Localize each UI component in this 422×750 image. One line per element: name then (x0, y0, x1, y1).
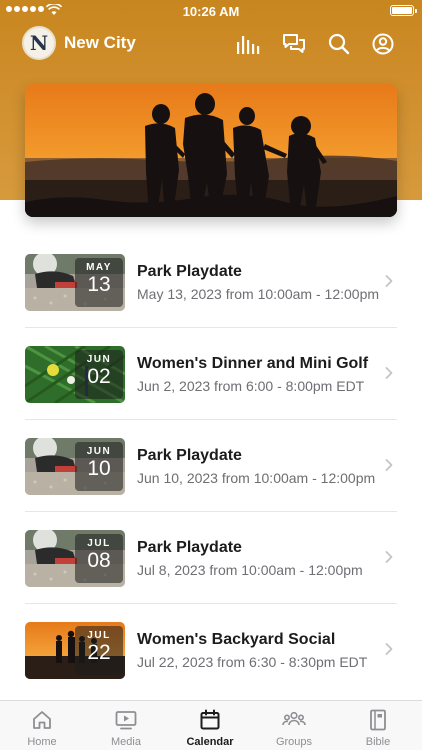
tab-label: Calendar (186, 736, 234, 748)
status-bar: 10:26 AM (0, 0, 422, 22)
event-subtitle: Jul 8, 2023 from 10:00am - 12:00pm (137, 562, 363, 578)
app-header: N New City (0, 24, 422, 64)
home-icon (33, 711, 51, 729)
groups-icon (282, 711, 306, 726)
event-month: JUL (87, 538, 111, 549)
event-title: Women's Backyard Social (137, 631, 336, 648)
hero-banner-image[interactable] (25, 84, 397, 217)
event-month: MAY (86, 262, 112, 273)
event-thumbnail: JUN 02 (25, 346, 125, 403)
event-day: 13 (87, 273, 111, 296)
event-row[interactable]: JUN 02 Women's Dinner and Mini Golf Jun … (25, 328, 397, 420)
app-title: New City (64, 33, 136, 52)
event-title: Women's Dinner and Mini Golf (137, 355, 369, 372)
tab-label: Home (27, 736, 57, 748)
event-day: 08 (87, 549, 111, 572)
event-date-badge: JUN 02 (75, 350, 123, 399)
battery-icon (390, 5, 417, 16)
event-day: 10 (87, 457, 111, 480)
event-thumbnail: JUN 10 (25, 438, 125, 495)
event-row[interactable]: JUN 10 Park Playdate Jun 10, 2023 from 1… (25, 420, 397, 512)
tab-groups[interactable]: Groups (252, 701, 336, 750)
event-title: Park Playdate (137, 447, 242, 464)
chevron-right-icon (385, 643, 393, 655)
chat-icon[interactable] (281, 31, 307, 57)
logo-letter: N (29, 31, 49, 55)
event-subtitle: May 13, 2023 from 10:00am - 12:00pm (137, 286, 380, 302)
event-title: Park Playdate (137, 539, 242, 556)
profile-icon[interactable] (370, 31, 396, 57)
event-row[interactable]: JUL 08 Park Playdate Jul 8, 2023 from 10… (25, 512, 397, 604)
event-subtitle: Jul 22, 2023 from 6:30 - 8:30pm EDT (137, 654, 368, 670)
search-icon[interactable] (326, 31, 352, 57)
app-logo[interactable]: N (22, 26, 56, 60)
chevron-right-icon (385, 367, 393, 379)
event-day: 02 (87, 365, 111, 388)
event-day: 22 (87, 641, 111, 664)
tab-calendar[interactable]: Calendar (168, 701, 252, 750)
event-date-badge: JUN 10 (75, 442, 123, 491)
event-subtitle: Jun 10, 2023 from 10:00am - 12:00pm (137, 470, 376, 486)
event-month: JUN (86, 354, 112, 365)
event-thumbnail: JUL 22 (25, 622, 125, 679)
tab-label: Groups (275, 736, 313, 748)
bible-icon (370, 709, 386, 731)
chevron-right-icon (385, 459, 393, 471)
audio-bars-icon[interactable] (235, 31, 261, 57)
status-time: 10:26 AM (182, 4, 240, 19)
tab-home[interactable]: Home (0, 701, 84, 750)
tab-label: Media (111, 736, 141, 748)
tab-bar: Home Media Calendar Groups Bible (0, 700, 422, 750)
tab-media[interactable]: Media (84, 701, 168, 750)
event-title: Park Playdate (137, 263, 242, 280)
tab-bible[interactable]: Bible (336, 701, 420, 750)
event-row[interactable]: JUL 22 Women's Backyard Social Jul 22, 2… (25, 604, 397, 696)
event-thumbnail: JUL 08 (25, 530, 125, 587)
event-thumbnail: MAY 13 (25, 254, 125, 311)
tab-label: Bible (365, 736, 391, 748)
calendar-icon (200, 709, 220, 730)
chevron-right-icon (385, 551, 393, 563)
event-month: JUL (87, 630, 111, 641)
event-row[interactable]: MAY 13 Park Playdate May 13, 2023 from 1… (25, 236, 397, 328)
chevron-right-icon (385, 275, 393, 287)
event-month: JUN (86, 446, 112, 457)
event-subtitle: Jun 2, 2023 from 6:00 - 8:00pm EDT (137, 378, 365, 394)
media-icon (115, 711, 137, 730)
event-date-badge: JUL 08 (75, 534, 123, 583)
event-date-badge: MAY 13 (75, 258, 123, 307)
event-date-badge: JUL 22 (75, 626, 123, 675)
